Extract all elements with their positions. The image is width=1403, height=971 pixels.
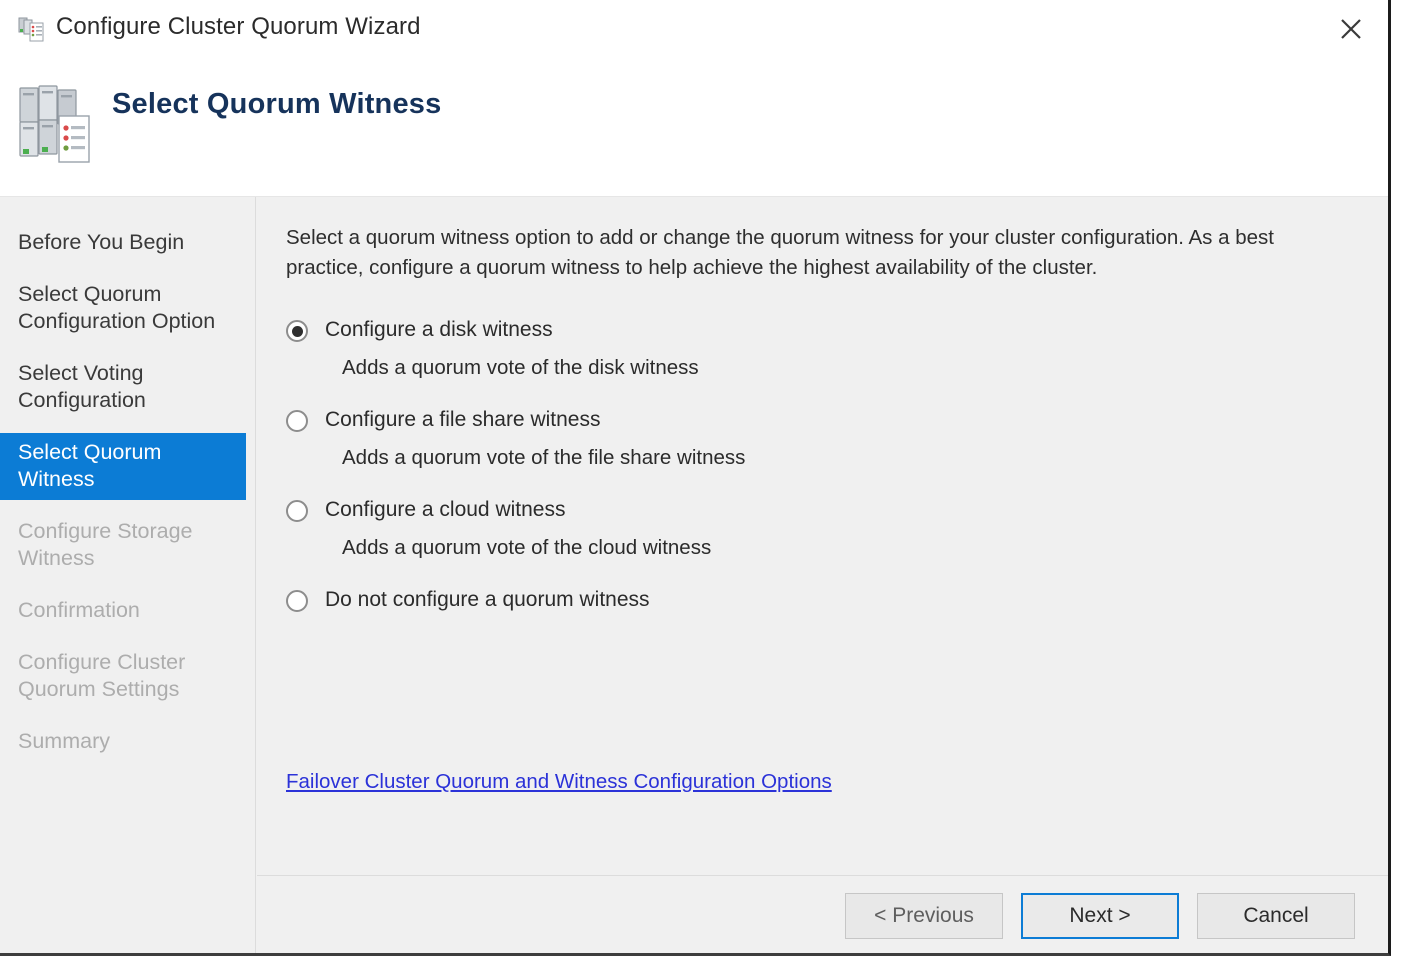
option-disk-witness: Configure a disk witness Adds a quorum v… — [286, 317, 1358, 381]
sidebar-item-before-you-begin[interactable]: Before You Begin — [0, 223, 255, 263]
option-file-share-witness-label: Configure a file share witness — [325, 408, 601, 431]
title-bar: Configure Cluster Quorum Wizard — [0, 0, 1388, 60]
option-disk-witness-description: Adds a quorum vote of the disk witness — [342, 356, 699, 379]
quorum-witness-radio-group: Configure a disk witness Adds a quorum v… — [286, 317, 1358, 613]
content-panel: Select a quorum witness option to add or… — [256, 197, 1388, 953]
sidebar-item-configure-cluster-quorum-settings[interactable]: Configure Cluster Quorum Settings — [0, 643, 255, 710]
wizard-steps-sidebar: Before You Begin Select Quorum Configura… — [0, 197, 256, 953]
sidebar-item-select-quorum-witness[interactable]: Select Quorum Witness — [0, 433, 246, 500]
dialog-body: Before You Begin Select Quorum Configura… — [0, 197, 1388, 953]
option-file-share-witness: Configure a file share witness Adds a qu… — [286, 407, 1358, 471]
cluster-wizard-icon — [18, 16, 46, 44]
close-icon[interactable] — [1320, 0, 1382, 58]
option-cloud-witness: Configure a cloud witness Adds a quorum … — [286, 497, 1358, 561]
sidebar-item-select-quorum-configuration-option[interactable]: Select Quorum Configuration Option — [0, 275, 255, 342]
next-button[interactable]: Next > — [1021, 893, 1179, 939]
radio-file-share-witness[interactable] — [286, 410, 308, 432]
intro-text: Select a quorum witness option to add or… — [286, 226, 1274, 279]
option-no-witness-label: Do not configure a quorum witness — [325, 588, 650, 611]
sidebar-item-confirmation[interactable]: Confirmation — [0, 591, 255, 631]
option-cloud-witness-row[interactable]: Configure a cloud witness — [286, 497, 1358, 523]
window-title: Configure Cluster Quorum Wizard — [56, 13, 421, 40]
help-link-quorum-witness-options[interactable]: Failover Cluster Quorum and Witness Conf… — [286, 770, 832, 794]
option-no-witness-row[interactable]: Do not configure a quorum witness — [286, 587, 1358, 613]
option-cloud-witness-description: Adds a quorum vote of the cloud witness — [342, 536, 712, 559]
previous-button[interactable]: < Previous — [845, 893, 1003, 939]
option-disk-witness-row[interactable]: Configure a disk witness — [286, 317, 1358, 343]
option-no-witness: Do not configure a quorum witness — [286, 587, 1358, 613]
option-file-share-witness-row[interactable]: Configure a file share witness — [286, 407, 1358, 433]
sidebar-item-configure-storage-witness[interactable]: Configure Storage Witness — [0, 512, 255, 579]
radio-disk-witness[interactable] — [286, 320, 308, 342]
page-title: Select Quorum Witness — [112, 88, 442, 120]
sidebar-item-summary[interactable]: Summary — [0, 722, 255, 762]
radio-cloud-witness[interactable] — [286, 500, 308, 522]
page-header: Select Quorum Witness — [0, 60, 1388, 197]
radio-no-witness[interactable] — [286, 590, 308, 612]
configure-cluster-quorum-wizard-dialog: Configure Cluster Quorum Wizard Select Q… — [0, 0, 1391, 956]
sidebar-item-select-voting-configuration[interactable]: Select Voting Configuration — [0, 354, 255, 421]
option-cloud-witness-label: Configure a cloud witness — [325, 498, 566, 521]
cluster-servers-checklist-icon — [18, 84, 96, 166]
option-disk-witness-label: Configure a disk witness — [325, 318, 553, 341]
footer-button-bar: < Previous Next > Cancel — [257, 875, 1388, 953]
option-file-share-witness-description: Adds a quorum vote of the file share wit… — [342, 446, 746, 469]
footer-sidebar-fill — [0, 875, 256, 953]
cancel-button[interactable]: Cancel — [1197, 893, 1355, 939]
